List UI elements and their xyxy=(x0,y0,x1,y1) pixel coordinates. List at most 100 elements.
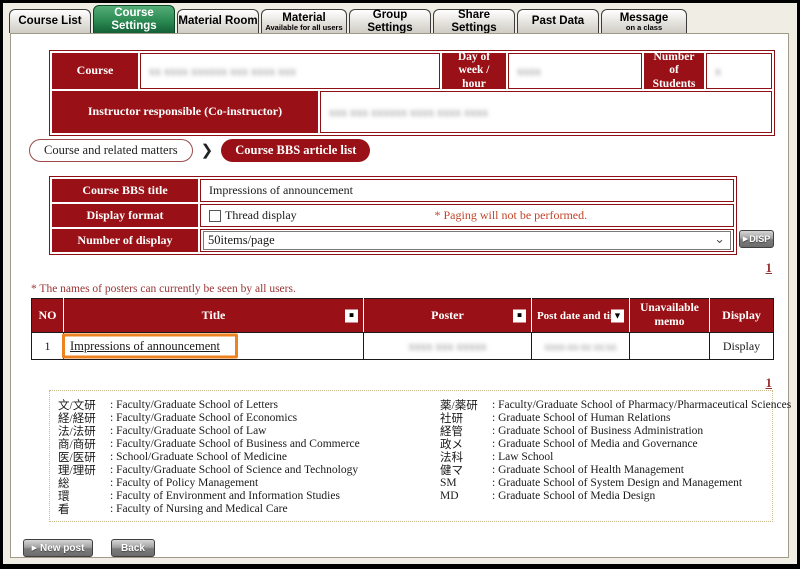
disp-button-label: DISP xyxy=(749,234,770,244)
bbs-title-value: Impressions of announcement xyxy=(200,179,734,202)
display-format-row: Display format Thread display * Paging w… xyxy=(52,204,734,227)
legend-abbr: 看 xyxy=(58,501,110,517)
articles-header-row: NO Title ■ Poster ■ Post date and time ▼… xyxy=(32,299,774,333)
col-header-display: Display xyxy=(710,299,774,333)
number-of-display-value: 50items/page ⌄ xyxy=(200,229,734,252)
day-of-week-value: xxxx xyxy=(508,53,642,89)
display-format-value: Thread display * Paging will not be perf… xyxy=(200,204,734,227)
legend-desc: : Faculty/Graduate School of Economics xyxy=(110,412,297,424)
sort-title-icon[interactable]: ■ xyxy=(345,309,358,322)
legend-item: 社研: Graduate School of Human Relations xyxy=(440,411,791,424)
tab-sublabel: on a class xyxy=(626,24,662,32)
instructor-value: xxx xxx xxxxxx xxxx xxxx xxxx xyxy=(320,91,772,133)
course-info-row-2: Instructor responsible (Co-instructor) x… xyxy=(52,91,772,133)
legend-desc: : Graduate School of System Design and M… xyxy=(492,477,742,489)
breadcrumb-current: Course BBS article list xyxy=(221,139,370,162)
posters-visibility-note: * The names of posters can currently be … xyxy=(31,283,296,295)
article-post-date: xxxx-xx-xx xx:xx xyxy=(532,333,630,360)
col-header-memo: Unavailable memo xyxy=(630,299,710,333)
tab-share-settings[interactable]: Share Settings xyxy=(433,9,515,33)
col-header-poster: Poster ■ xyxy=(364,299,532,333)
col-header-poster-label: Poster xyxy=(431,308,464,322)
new-post-button-label: New post xyxy=(40,543,84,554)
article-display: Display xyxy=(710,333,774,360)
tab-course-list[interactable]: Course List xyxy=(9,9,91,33)
number-of-display-label: Number of display xyxy=(52,229,198,252)
legend-item: 看: Faculty of Nursing and Medical Care xyxy=(58,503,360,516)
legend-right-column: 薬/薬研: Faculty/Graduate School of Pharmac… xyxy=(440,398,791,503)
tab-material-room[interactable]: Material Room xyxy=(177,9,259,33)
faculty-legend-box: 文/文研: Faculty/Graduate School of Letters… xyxy=(49,390,773,522)
page-background: Course List Course Settings Material Roo… xyxy=(3,3,797,564)
thread-display-label: Thread display xyxy=(225,208,297,223)
legend-item: 経管: Graduate School of Business Administ… xyxy=(440,424,791,437)
tab-label: Share Settings xyxy=(434,9,514,33)
sort-date-desc-icon[interactable]: ▼ xyxy=(611,309,624,322)
tab-bar: Course List Course Settings Material Roo… xyxy=(9,5,687,33)
legend-desc: : Faculty/Graduate School of Science and… xyxy=(110,464,358,476)
redacted-instructor: xxx xxx xxxxxx xxxx xxxx xxxx xyxy=(329,105,488,120)
tab-label: Group Settings xyxy=(350,9,430,33)
bbs-settings-table: Course BBS title Impressions of announce… xyxy=(49,176,737,255)
legend-abbr: SM xyxy=(440,477,492,489)
course-info-row-1: Course xx xxxx xxxxxx xxx xxxx xxx Day o… xyxy=(52,53,772,89)
number-of-display-row: Number of display 50items/page ⌄ xyxy=(52,229,734,252)
course-info-table: Course xx xxxx xxxxxx xxx xxxx xxx Day o… xyxy=(49,50,775,136)
article-poster: xxxx xxx xxxxx xyxy=(364,333,532,360)
article-no: 1 xyxy=(32,333,64,360)
article-title-cell: Impressions of announcement xyxy=(64,333,364,360)
legend-desc: : School/Graduate School of Medicine xyxy=(110,451,287,463)
new-post-button[interactable]: ▶ New post xyxy=(23,539,93,557)
legend-item: SM: Graduate School of System Design and… xyxy=(440,477,791,490)
legend-item: MD: Graduate School of Media Design xyxy=(440,490,791,503)
items-per-page-value: 50items/page xyxy=(208,233,275,248)
legend-desc: : Faculty/Graduate School of Pharmacy/Ph… xyxy=(492,399,791,411)
page-number-link-top[interactable]: 1 xyxy=(766,260,773,276)
students-value: x xyxy=(706,53,772,89)
tab-label: Material xyxy=(282,12,325,24)
tab-past-data[interactable]: Past Data xyxy=(517,9,599,33)
chevron-down-icon: ⌄ xyxy=(714,231,725,247)
sort-poster-icon[interactable]: ■ xyxy=(513,309,526,322)
article-title-link[interactable]: Impressions of announcement xyxy=(70,339,220,353)
back-button[interactable]: Back xyxy=(111,539,155,557)
redacted-poster: xxxx xxx xxxxx xyxy=(409,339,487,353)
display-format-label: Display format xyxy=(52,204,198,227)
tab-label: Course Settings xyxy=(94,7,174,31)
tab-message[interactable]: Message on a class xyxy=(601,9,687,33)
course-value: xx xxxx xxxxxx xxx xxxx xxx xyxy=(140,53,440,89)
col-header-no: NO xyxy=(32,299,64,333)
tab-label: Message xyxy=(620,12,669,24)
legend-desc: : Faculty/Graduate School of Letters xyxy=(110,399,278,411)
paging-note: * Paging will not be performed. xyxy=(297,208,725,223)
tab-group-settings[interactable]: Group Settings xyxy=(349,9,431,33)
items-per-page-select[interactable]: 50items/page ⌄ xyxy=(203,231,731,250)
legend-desc: : Law School xyxy=(492,451,553,463)
disp-button[interactable]: ▶ DISP xyxy=(739,230,774,248)
legend-abbr: 健マ xyxy=(440,462,492,478)
main-content: Course xx xxxx xxxxxx xxx xxxx xxx Day o… xyxy=(10,33,789,558)
legend-item: 薬/薬研: Faculty/Graduate School of Pharmac… xyxy=(440,398,791,411)
col-header-post-date: Post date and time ▼ xyxy=(532,299,630,333)
instructor-label: Instructor responsible (Co-instructor) xyxy=(52,91,318,133)
thread-display-checkbox[interactable] xyxy=(209,210,221,222)
breadcrumb: Course and related matters ❯ Course BBS … xyxy=(29,139,370,162)
day-of-week-label: Day of week / hour xyxy=(442,53,506,89)
bbs-title-label: Course BBS title xyxy=(52,179,198,202)
legend-desc: : Graduate School of Media Design xyxy=(492,490,655,502)
tab-label: Material Room xyxy=(178,15,257,27)
tab-material[interactable]: Material Available for all users xyxy=(261,9,347,33)
legend-desc: : Graduate School of Business Administra… xyxy=(492,425,703,437)
page-number-link-bottom[interactable]: 1 xyxy=(766,375,773,391)
tab-label: Past Data xyxy=(532,15,584,27)
col-header-title: Title ■ xyxy=(64,299,364,333)
redacted-post-date: xxxx-xx-xx xx:xx xyxy=(545,342,617,353)
bbs-articles-table: NO Title ■ Poster ■ Post date and time ▼… xyxy=(31,298,774,360)
legend-desc: : Faculty/Graduate School of Business an… xyxy=(110,438,360,450)
legend-abbr: MD xyxy=(440,490,492,502)
legend-left-column: 文/文研: Faculty/Graduate School of Letters… xyxy=(58,398,360,516)
tab-course-settings[interactable]: Course Settings xyxy=(93,5,175,33)
breadcrumb-parent-link[interactable]: Course and related matters xyxy=(29,139,193,162)
redacted-day: xxxx xyxy=(517,64,541,79)
legend-desc: : Graduate School of Human Relations xyxy=(492,412,671,424)
